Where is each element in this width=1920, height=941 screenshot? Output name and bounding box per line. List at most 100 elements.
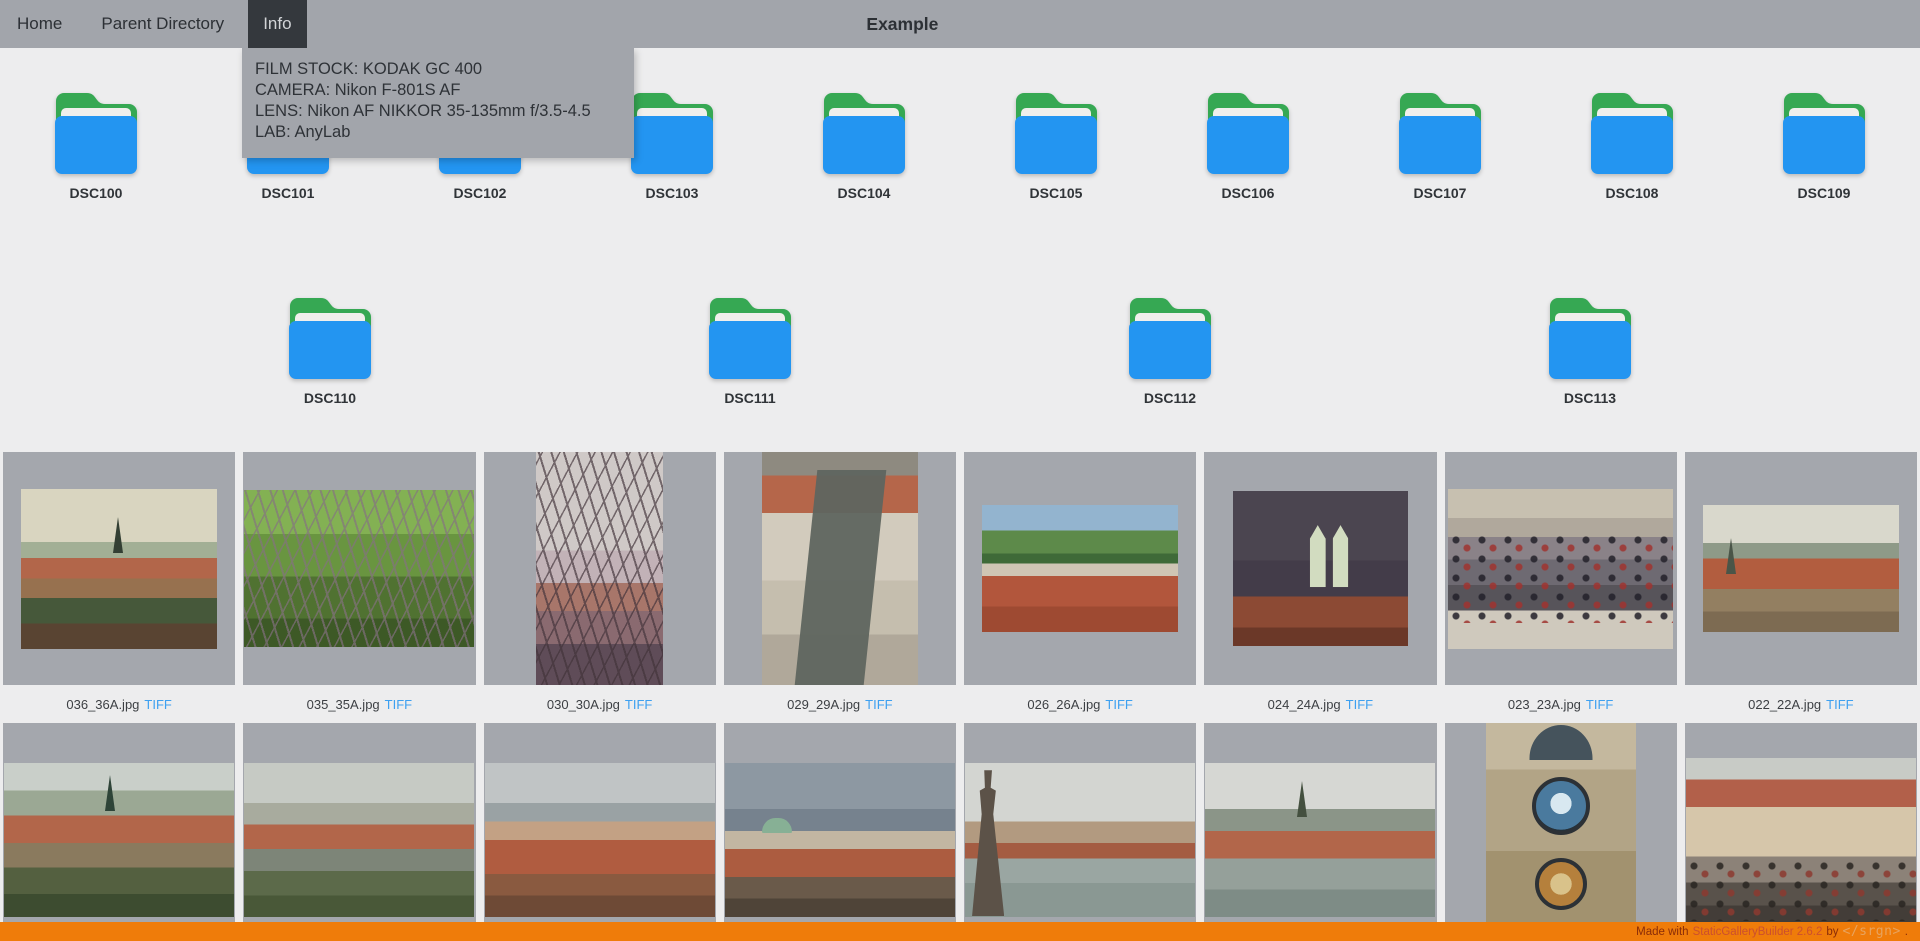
builder-link[interactable]: StaticGalleryBuilder 2.6.2 — [1693, 926, 1823, 938]
gallery-item: 030_30A.jpgTIFF — [484, 452, 716, 723]
photo-accent-towers — [1233, 491, 1408, 646]
photo-thumbnail[interactable] — [1233, 491, 1408, 646]
photo-thumbnail[interactable] — [244, 490, 474, 647]
thumbnail-cell[interactable] — [3, 723, 235, 941]
folder-item-dsc106[interactable]: DSC106 — [1152, 92, 1344, 201]
thumbnail-cell[interactable] — [724, 452, 956, 685]
gallery-item — [3, 723, 235, 941]
gallery-item: 026_26A.jpg TIFF — [964, 452, 1196, 723]
folder-icon — [1545, 297, 1635, 381]
tiff-link[interactable]: TIFF — [1105, 697, 1132, 712]
thumbnail-cell[interactable] — [964, 452, 1196, 685]
thumbnail-cell[interactable] — [1204, 723, 1436, 941]
thumbnail-caption: 024_24A.jpg TIFF — [1204, 685, 1436, 723]
folder-icon — [1587, 92, 1677, 176]
tiff-link[interactable]: TIFF — [1826, 697, 1853, 712]
folder-item-dsc112[interactable]: DSC112 — [960, 297, 1380, 406]
photo-accent-spire — [1297, 781, 1307, 817]
photo-thumbnail[interactable] — [536, 452, 663, 685]
footer-period: . — [1905, 926, 1908, 938]
photo-accent-crowd — [1686, 859, 1916, 921]
thumbnail-filename: 026_26A.jpg — [1027, 697, 1100, 712]
folder-label: DSC102 — [454, 185, 507, 201]
folder-item-dsc105[interactable]: DSC105 — [960, 92, 1152, 201]
tiff-link[interactable]: TIFF — [385, 697, 412, 712]
photo-thumbnail[interactable] — [725, 763, 955, 917]
gallery-item — [724, 723, 956, 941]
photo-accent-path — [794, 470, 885, 685]
gallery-item: 022_22A.jpgTIFF — [1685, 452, 1917, 723]
photo-thumbnail[interactable] — [1703, 505, 1899, 632]
photo-thumbnail[interactable] — [1686, 758, 1916, 922]
photo-thumbnail[interactable] — [4, 763, 234, 917]
folder-label: DSC113 — [1564, 390, 1616, 406]
thumbnail-cell[interactable] — [724, 723, 956, 941]
tiff-link[interactable]: TIFF — [1346, 697, 1373, 712]
photo-thumbnail[interactable] — [762, 452, 918, 685]
folder-item-dsc110[interactable]: DSC110 — [120, 297, 540, 406]
thumbnail-caption: 023_23A.jpg TIFF — [1445, 685, 1677, 723]
folder-label: DSC112 — [1144, 390, 1196, 406]
folder-item-dsc107[interactable]: DSC107 — [1344, 92, 1536, 201]
gallery-item: 036_36A.jpg TIFF — [3, 452, 235, 723]
nav-item-parent-directory[interactable]: Parent Directory — [86, 0, 239, 48]
info-tooltip: FILM STOCK: KODAK GC 400CAMERA: Nikon F-… — [242, 48, 634, 158]
folder-icon — [1395, 92, 1485, 176]
folder-label: DSC106 — [1222, 185, 1275, 201]
thumbnail-filename: 036_36A.jpg — [66, 697, 139, 712]
footer-made-with-text: Made with — [1636, 926, 1688, 938]
thumbnail-cell[interactable] — [1685, 723, 1917, 941]
folder-icon — [705, 297, 795, 381]
thumbnail-cell[interactable] — [1445, 723, 1677, 941]
thumbnail-cell[interactable] — [1445, 452, 1677, 685]
thumbnail-cell[interactable] — [243, 452, 475, 685]
thumbnail-cell[interactable] — [243, 723, 475, 941]
tiff-link[interactable]: TIFF — [1586, 697, 1613, 712]
info-line: LAB: AnyLab — [255, 122, 621, 143]
gallery-item — [484, 723, 716, 941]
photo-accent-spire — [113, 517, 123, 553]
nav-item-home[interactable]: Home — [2, 0, 77, 48]
folder-label: DSC109 — [1798, 185, 1851, 201]
photo-accent-crowd — [1448, 533, 1673, 623]
thumbnail-filename: 023_23A.jpg — [1508, 697, 1581, 712]
thumbnail-cell[interactable] — [3, 452, 235, 685]
srgn-logo-link[interactable]: </srgn> — [1843, 924, 1901, 939]
folder-icon — [285, 297, 375, 381]
folder-item-dsc111[interactable]: DSC111 — [540, 297, 960, 406]
folder-item-dsc108[interactable]: DSC108 — [1536, 92, 1728, 201]
thumbnail-cell[interactable] — [1685, 452, 1917, 685]
gallery-row-1: 036_36A.jpgTIFF035_35A.jpgTIFF030_30A.jp… — [0, 452, 1920, 723]
tiff-link[interactable]: TIFF — [144, 697, 171, 712]
tiff-link[interactable]: TIFF — [865, 697, 892, 712]
photo-thumbnail[interactable] — [982, 505, 1178, 632]
thumbnail-cell[interactable] — [484, 723, 716, 941]
photo-thumbnail[interactable] — [485, 763, 715, 917]
thumbnail-filename: 029_29A.jpg — [787, 697, 860, 712]
gallery-item — [243, 723, 475, 941]
thumbnail-cell[interactable] — [1204, 452, 1436, 685]
photo-thumbnail[interactable] — [1205, 763, 1435, 917]
thumbnail-caption: 035_35A.jpgTIFF — [243, 685, 475, 723]
folder-item-dsc113[interactable]: DSC113 — [1380, 297, 1800, 406]
photo-thumbnail[interactable] — [1486, 723, 1636, 941]
thumbnail-cell[interactable] — [964, 723, 1196, 941]
folder-item-dsc109[interactable]: DSC109 — [1728, 92, 1920, 201]
thumbnail-filename: 024_24A.jpg — [1268, 697, 1341, 712]
folder-icon — [51, 92, 141, 176]
thumbnail-cell[interactable] — [484, 452, 716, 685]
photo-thumbnail[interactable] — [1448, 489, 1673, 649]
tiff-link[interactable]: TIFF — [625, 697, 652, 712]
info-line: LENS: Nikon AF NIKKOR 35-135mm f/3.5-4.5 — [255, 101, 621, 122]
photo-thumbnail[interactable] — [244, 763, 474, 917]
nav-item-info[interactable]: Info — [248, 0, 306, 48]
folder-item-dsc104[interactable]: DSC104 — [768, 92, 960, 201]
gallery-item: 023_23A.jpg TIFF — [1445, 452, 1677, 723]
footer-by-text: by — [1826, 926, 1838, 938]
photo-accent-branches — [244, 490, 474, 647]
folder-item-dsc100[interactable]: DSC100 — [0, 92, 192, 201]
photo-thumbnail[interactable] — [965, 763, 1195, 917]
photo-thumbnail[interactable] — [21, 489, 217, 649]
page-title: Example — [866, 0, 938, 48]
folder-icon — [1125, 297, 1215, 381]
